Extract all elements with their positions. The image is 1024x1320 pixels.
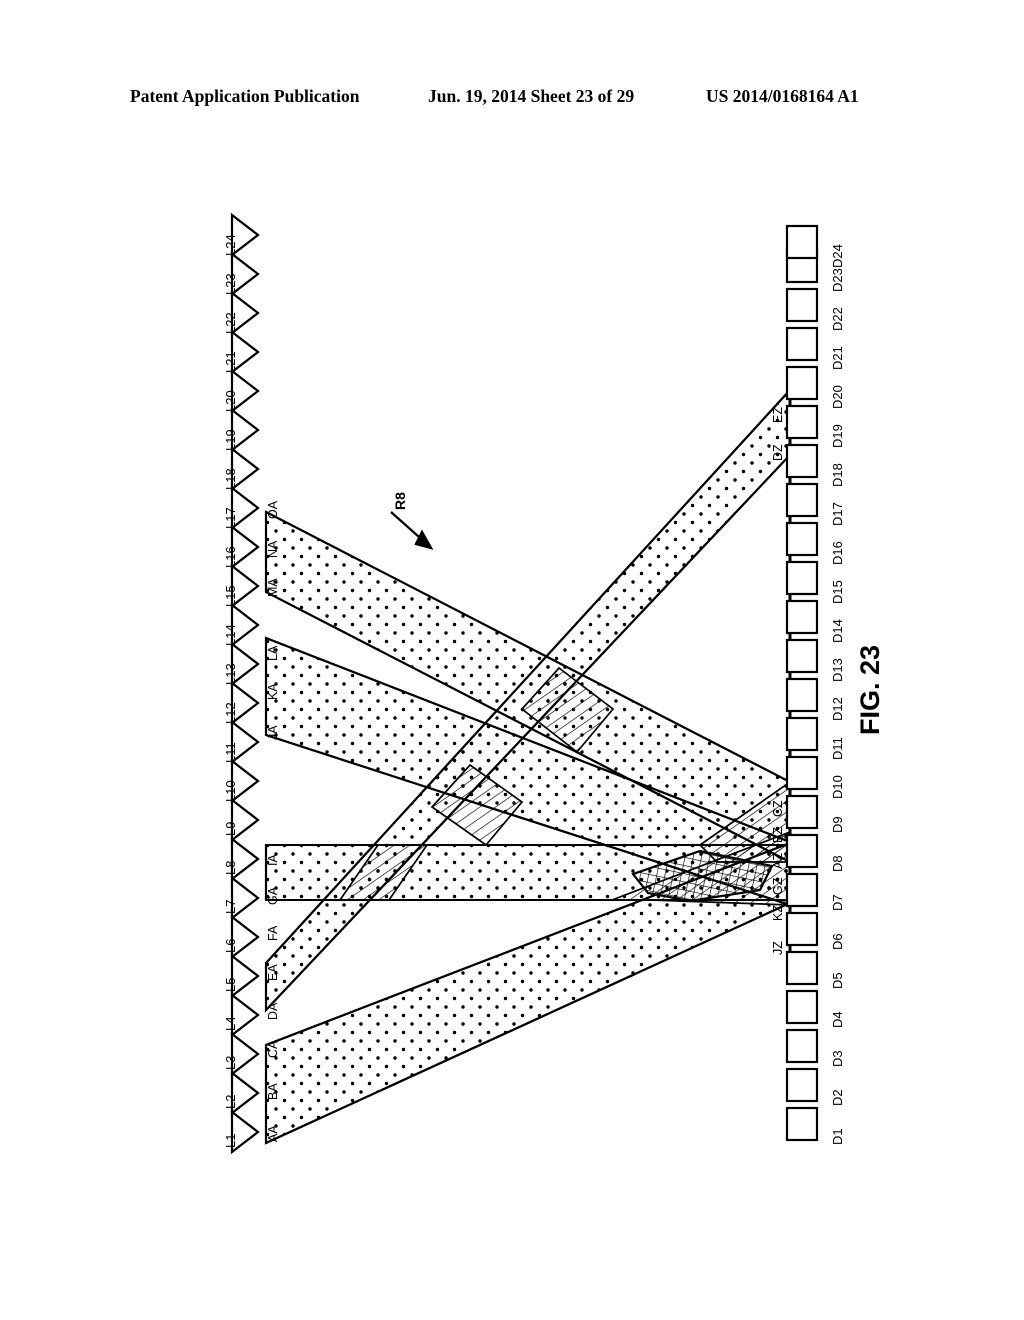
source-port-label-LA: LA: [266, 645, 280, 661]
source-axis-label-11: L11: [223, 742, 238, 763]
source-port-label-GA: GA: [266, 886, 280, 905]
destination-axis-label-24: D24: [830, 244, 845, 268]
destination-axis-label-19: D19: [830, 424, 845, 448]
destination-axis-label-22: D22: [830, 307, 845, 331]
source-port-label-MA: MA: [266, 578, 280, 597]
destination-axis-label-15: D15: [830, 580, 845, 604]
source-port-label-EA: EA: [266, 964, 280, 981]
destination-port-label-GZ: GZ: [771, 877, 785, 895]
destination-port-label-JZ: JZ: [771, 941, 785, 955]
destination-markers: [785, 224, 819, 1142]
destination-axis-label-16: D16: [830, 541, 845, 565]
source-axis-label-24: L24: [223, 234, 238, 256]
source-axis-label-22: L22: [223, 312, 238, 334]
destination-axis-label-5: D5: [830, 972, 845, 989]
destination-port-label-KZ: KZ: [771, 905, 785, 921]
source-port-label-DA: DA: [266, 1002, 280, 1020]
destination-axis-label-10: D10: [830, 775, 845, 799]
source-axis-label-14: L14: [223, 624, 238, 646]
destination-axis-label-17: D17: [830, 502, 845, 526]
source-axis-label-8: L8: [223, 860, 238, 875]
source-port-label-OA: OA: [266, 500, 280, 519]
source-axis-label-3: L3: [223, 1055, 238, 1070]
destination-axis-label-18: D18: [830, 463, 845, 487]
destination-axis-label-13: D13: [830, 658, 845, 682]
destination-axis-label-1: D1: [830, 1128, 845, 1145]
source-axis-label-13: L13: [223, 663, 238, 685]
source-port-label-IA: IA: [266, 854, 280, 866]
source-axis-label-1: L1: [223, 1133, 238, 1148]
source-axis-label-20: L20: [223, 390, 238, 412]
source-axis-label-21: L21: [223, 351, 238, 373]
reference-label-r8: R8: [392, 492, 408, 510]
destination-axis-label-6: D6: [830, 933, 845, 950]
source-axis-label-12: L12: [223, 702, 238, 724]
source-port-label-JA: JA: [266, 725, 280, 740]
source-port-label-BA: BA: [266, 1083, 280, 1100]
arrow-down-right-icon: [390, 511, 434, 550]
destination-port-label-DZ: DZ: [771, 444, 785, 461]
source-port-label-CA: CA: [266, 1040, 280, 1058]
figure-canvas: L1 L2 L3 L4 L5 L6 L7 L8 L9 L10 L11 L12 L…: [0, 0, 1024, 1320]
destination-port-label-BZ: BZ: [771, 827, 785, 843]
destination-axis-label-2: D2: [830, 1089, 845, 1106]
destination-axis-label-8: D8: [830, 855, 845, 872]
source-axis-label-17: L17: [223, 507, 238, 529]
source-port-label-NA: NA: [266, 540, 280, 558]
figure-caption: FIG. 23: [855, 644, 885, 735]
source-axis-label-7: L7: [223, 899, 238, 914]
source-axis-label-16: L16: [223, 546, 238, 568]
source-axis-label-15: L15: [223, 585, 238, 607]
destination-axis-label-21: D21: [830, 346, 845, 370]
source-axis-label-18: L18: [223, 468, 238, 490]
destination-axis-label-4: D4: [830, 1011, 845, 1028]
destination-axis-label-11: D11: [830, 737, 845, 760]
destination-axis-label-14: D14: [830, 619, 845, 643]
destination-axis-label-3: D3: [830, 1050, 845, 1067]
destination-port-label-CZ: CZ: [771, 800, 785, 817]
source-port-label-FA: FA: [266, 925, 280, 941]
destination-axis-label-20: D20: [830, 385, 845, 409]
source-port-label-AA: AA: [266, 1125, 280, 1142]
destination-axis-label-23: D23: [830, 268, 845, 292]
source-axis-label-19: L19: [223, 429, 238, 451]
source-axis-label-2: L2: [223, 1094, 238, 1109]
source-axis-label-5: L5: [223, 977, 238, 992]
destination-axis-label-12: D12: [830, 697, 845, 721]
source-axis-label-23: L23: [223, 273, 238, 295]
source-axis-label-4: L4: [223, 1016, 238, 1031]
destination-axis-label-7: D7: [830, 894, 845, 911]
source-axis-label-10: L10: [223, 780, 238, 802]
destination-axis-label-9: D9: [830, 816, 845, 833]
source-axis-label-9: L9: [223, 821, 238, 836]
source-axis-label-6: L6: [223, 938, 238, 953]
source-port-label-KA: KA: [266, 683, 280, 700]
destination-port-label-AZ: AZ: [771, 853, 785, 869]
destination-port-label-EZ: EZ: [771, 407, 785, 423]
